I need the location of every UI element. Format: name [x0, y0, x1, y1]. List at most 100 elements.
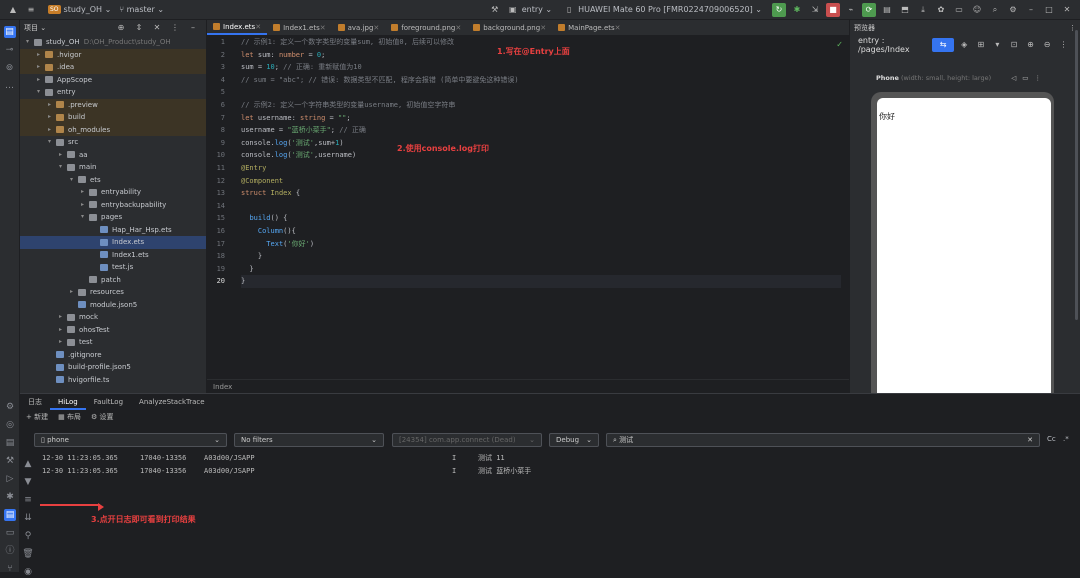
sync-icon[interactable]: ⟳: [862, 2, 876, 17]
layers-icon[interactable]: ◈: [958, 38, 971, 52]
editor-tab[interactable]: background.png ✕: [467, 20, 552, 35]
zoom-in-icon[interactable]: ⊕: [1024, 38, 1037, 52]
filter-icon[interactable]: ⚲: [22, 530, 34, 542]
level-select[interactable]: Debug ⌄: [549, 433, 599, 447]
filter-select[interactable]: No filters ⌄: [234, 433, 384, 447]
preview-more-icon[interactable]: ⋮: [1057, 38, 1070, 52]
tree-item[interactable]: ▸ mock: [20, 311, 206, 324]
hamburger-menu-icon[interactable]: ≡: [24, 3, 38, 17]
add-icon[interactable]: +: [26, 413, 34, 421]
code-line[interactable]: sum = 10; // 正确: 重新赋值为10: [241, 61, 841, 74]
tree-item[interactable]: ▾ study_OH D:\OH_Product\study_OH: [20, 36, 206, 49]
log-tab[interactable]: HiLog: [50, 394, 86, 410]
database-icon[interactable]: ▤: [4, 437, 16, 449]
no-problems-check-icon[interactable]: ✓: [836, 40, 843, 49]
log-row[interactable]: 12-30 11:23:05.365 17040-13356 A03d00/JSAP…: [42, 452, 1042, 465]
code-line[interactable]: }: [241, 275, 841, 288]
preview-route[interactable]: entry : /pages/Index: [858, 36, 930, 54]
project-view-icon[interactable]: ▤: [3, 26, 16, 38]
more-tools-icon[interactable]: …: [4, 80, 16, 92]
editor-tab[interactable]: Index1.ets ✕: [267, 20, 332, 35]
tree-item[interactable]: ▸ .preview: [20, 98, 206, 112]
tree-item[interactable]: ▸ AppScope: [20, 74, 206, 87]
main-menu-button[interactable]: ▲ ≡: [0, 0, 44, 20]
grid-view-icon[interactable]: ⊞: [975, 38, 988, 52]
layout-icon[interactable]: ▦: [58, 413, 67, 421]
hammer-icon[interactable]: ⚒: [488, 3, 502, 17]
screenshot-icon[interactable]: ▭: [1022, 74, 1028, 82]
code-line[interactable]: console.log('测试',sum+1): [241, 137, 841, 150]
account-icon[interactable]: ☺: [970, 3, 984, 17]
options-icon[interactable]: ⋮: [168, 21, 182, 35]
match-case-icon[interactable]: Cc: [1047, 435, 1056, 443]
zoom-out-icon[interactable]: ⊖: [1041, 38, 1054, 52]
attach-debugger-icon[interactable]: ⇲: [808, 3, 822, 17]
plugin-icon[interactable]: ✿: [934, 3, 948, 17]
terminal-icon[interactable]: ▭: [4, 527, 16, 539]
close-icon[interactable]: ✕: [373, 24, 379, 32]
tree-item[interactable]: ▸ oh_modules: [20, 123, 206, 136]
problems-icon[interactable]: ⓘ: [4, 545, 16, 557]
trash-icon[interactable]: 🗑: [22, 548, 34, 560]
code-line[interactable]: let username: string = "";: [241, 112, 841, 125]
git-icon[interactable]: ⑂: [4, 563, 16, 575]
code-line[interactable]: Column(){: [241, 225, 841, 238]
chevron-down-icon[interactable]: ▾: [48, 136, 56, 149]
close-icon[interactable]: ✕: [540, 24, 546, 32]
tree-item[interactable]: ▾ pages: [20, 211, 206, 224]
chevron-down-icon[interactable]: ▾: [26, 36, 34, 49]
code-line[interactable]: // 示例2: 定义一个字符串类型的变量username, 初始值空字符串: [241, 99, 841, 112]
device-manager-icon[interactable]: ▤: [880, 3, 894, 17]
project-panel-title[interactable]: 项目: [24, 23, 38, 33]
build-icon[interactable]: ⚒: [4, 455, 16, 467]
chevron-right-icon[interactable]: ▸: [48, 99, 56, 112]
tree-item[interactable]: Hap_Har_Hsp.ets: [20, 224, 206, 237]
code-line[interactable]: [241, 200, 841, 213]
scroll-down-icon[interactable]: ▼: [22, 476, 34, 488]
editor-tab[interactable]: foreground.png ✕: [385, 20, 467, 35]
code-line[interactable]: username = "蓝桥小菜手"; // 正确: [241, 124, 841, 137]
phone-screen[interactable]: 你好: [877, 98, 1051, 393]
editor-tab[interactable]: Index.ets ✕: [207, 20, 268, 35]
tree-item[interactable]: ▾ main: [20, 161, 206, 174]
log-search-input[interactable]: ⌕ 测试 ✕: [606, 433, 1040, 447]
rerun-icon[interactable]: ↻: [772, 2, 786, 17]
tree-item[interactable]: ▾ ets: [20, 174, 206, 187]
tree-item[interactable]: test.js: [20, 261, 206, 274]
tree-item[interactable]: ▸ resources: [20, 286, 206, 299]
chevron-right-icon[interactable]: ▸: [59, 149, 67, 162]
device-selector[interactable]: ▯ HUAWEI Mate 60 Pro [FMR0224709006520] ⌄: [556, 0, 766, 20]
layout-button[interactable]: 布局: [67, 412, 81, 422]
chevron-right-icon[interactable]: ▸: [59, 336, 67, 349]
run-config-selector[interactable]: ⚒ ▣ entry ⌄: [482, 0, 556, 20]
code-line[interactable]: [241, 86, 841, 99]
project-selector[interactable]: SO study_OH ⌄: [44, 0, 115, 20]
tree-item[interactable]: ▸ entrybackupability: [20, 199, 206, 212]
chevron-down-icon[interactable]: ▾: [991, 38, 1004, 52]
code-line[interactable]: // sum = "abc"; // 错误: 数据类型不匹配, 程序会报错 (简…: [241, 74, 841, 87]
log-output[interactable]: 12-30 11:23:05.365 17040-13356 A03d00/JSAP…: [42, 452, 1042, 478]
debug-icon[interactable]: ✱: [4, 491, 16, 503]
close-icon[interactable]: ✕: [320, 24, 326, 32]
log-tab[interactable]: 日志: [20, 397, 50, 407]
chevron-right-icon[interactable]: ▸: [59, 324, 67, 337]
tree-item[interactable]: ▸ test: [20, 336, 206, 349]
rotate-icon[interactable]: ◁: [1011, 74, 1016, 82]
chevron-right-icon[interactable]: ▸: [37, 74, 45, 87]
code-line[interactable]: @Component: [241, 175, 841, 188]
tree-item[interactable]: Index1.ets: [20, 249, 206, 262]
branch-selector[interactable]: ⑂ master ⌄: [115, 0, 168, 20]
folder-icon[interactable]: ▭: [952, 3, 966, 17]
search-icon[interactable]: ⌕: [988, 3, 1002, 17]
close-icon[interactable]: ✕: [255, 23, 261, 31]
code-line[interactable]: @Entry: [241, 162, 841, 175]
log-tab[interactable]: FaultLog: [86, 398, 131, 406]
expand-all-icon[interactable]: ⇕: [132, 21, 146, 35]
chevron-right-icon[interactable]: ▸: [37, 61, 45, 74]
log-icon[interactable]: ▤: [4, 509, 16, 521]
regex-icon[interactable]: .*: [1063, 435, 1069, 443]
code-line[interactable]: }: [241, 263, 841, 276]
run-icon[interactable]: ▷: [4, 473, 16, 485]
chevron-right-icon[interactable]: ▸: [48, 111, 56, 124]
tree-item[interactable]: hvigorfile.ts: [20, 374, 206, 387]
